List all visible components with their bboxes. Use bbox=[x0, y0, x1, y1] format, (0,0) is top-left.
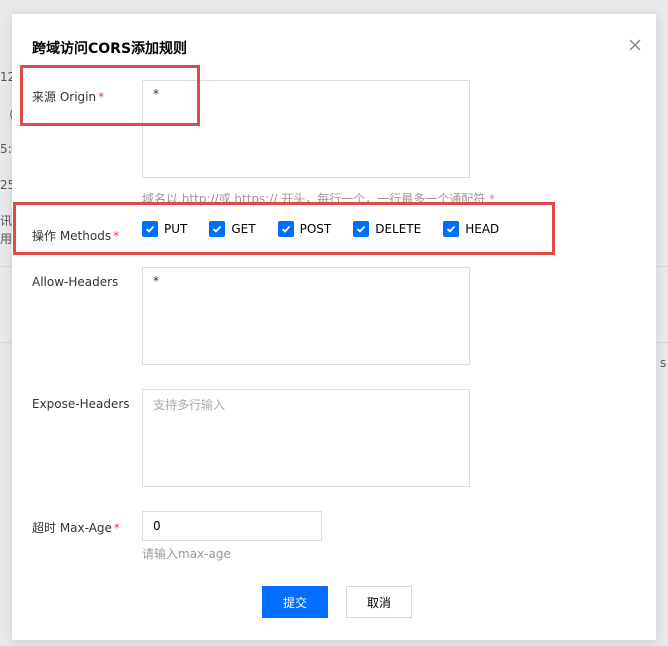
expose-headers-textarea[interactable]: 支持多行输入 bbox=[142, 389, 470, 487]
max-age-label: 超时 Max-Age * bbox=[32, 519, 120, 536]
bg-divider bbox=[656, 266, 668, 267]
bg-fragment: s bbox=[660, 356, 667, 370]
allow-headers-textarea[interactable]: * bbox=[142, 267, 470, 365]
bg-divider bbox=[0, 342, 12, 343]
max-age-input[interactable]: 0 bbox=[142, 511, 322, 541]
close-icon[interactable] bbox=[628, 38, 642, 52]
bg-fragment: 用 bbox=[0, 232, 13, 246]
max-age-label-text: 超时 Max-Age bbox=[32, 521, 112, 535]
bg-divider bbox=[0, 266, 12, 267]
bg-divider bbox=[656, 342, 668, 343]
origin-highlight-box bbox=[20, 65, 200, 126]
dialog-title: 跨域访问CORS添加规则 bbox=[32, 41, 188, 57]
bg-fragment: 讯 bbox=[0, 214, 13, 228]
required-mark: * bbox=[113, 521, 120, 535]
max-age-hint: 请输入max-age bbox=[142, 547, 231, 561]
cancel-button[interactable]: 取消 bbox=[346, 586, 412, 618]
submit-button[interactable]: 提交 bbox=[262, 586, 328, 618]
methods-highlight-box bbox=[13, 202, 555, 255]
expose-headers-label: Expose-Headers bbox=[32, 397, 130, 411]
allow-headers-label: Allow-Headers bbox=[32, 275, 119, 289]
